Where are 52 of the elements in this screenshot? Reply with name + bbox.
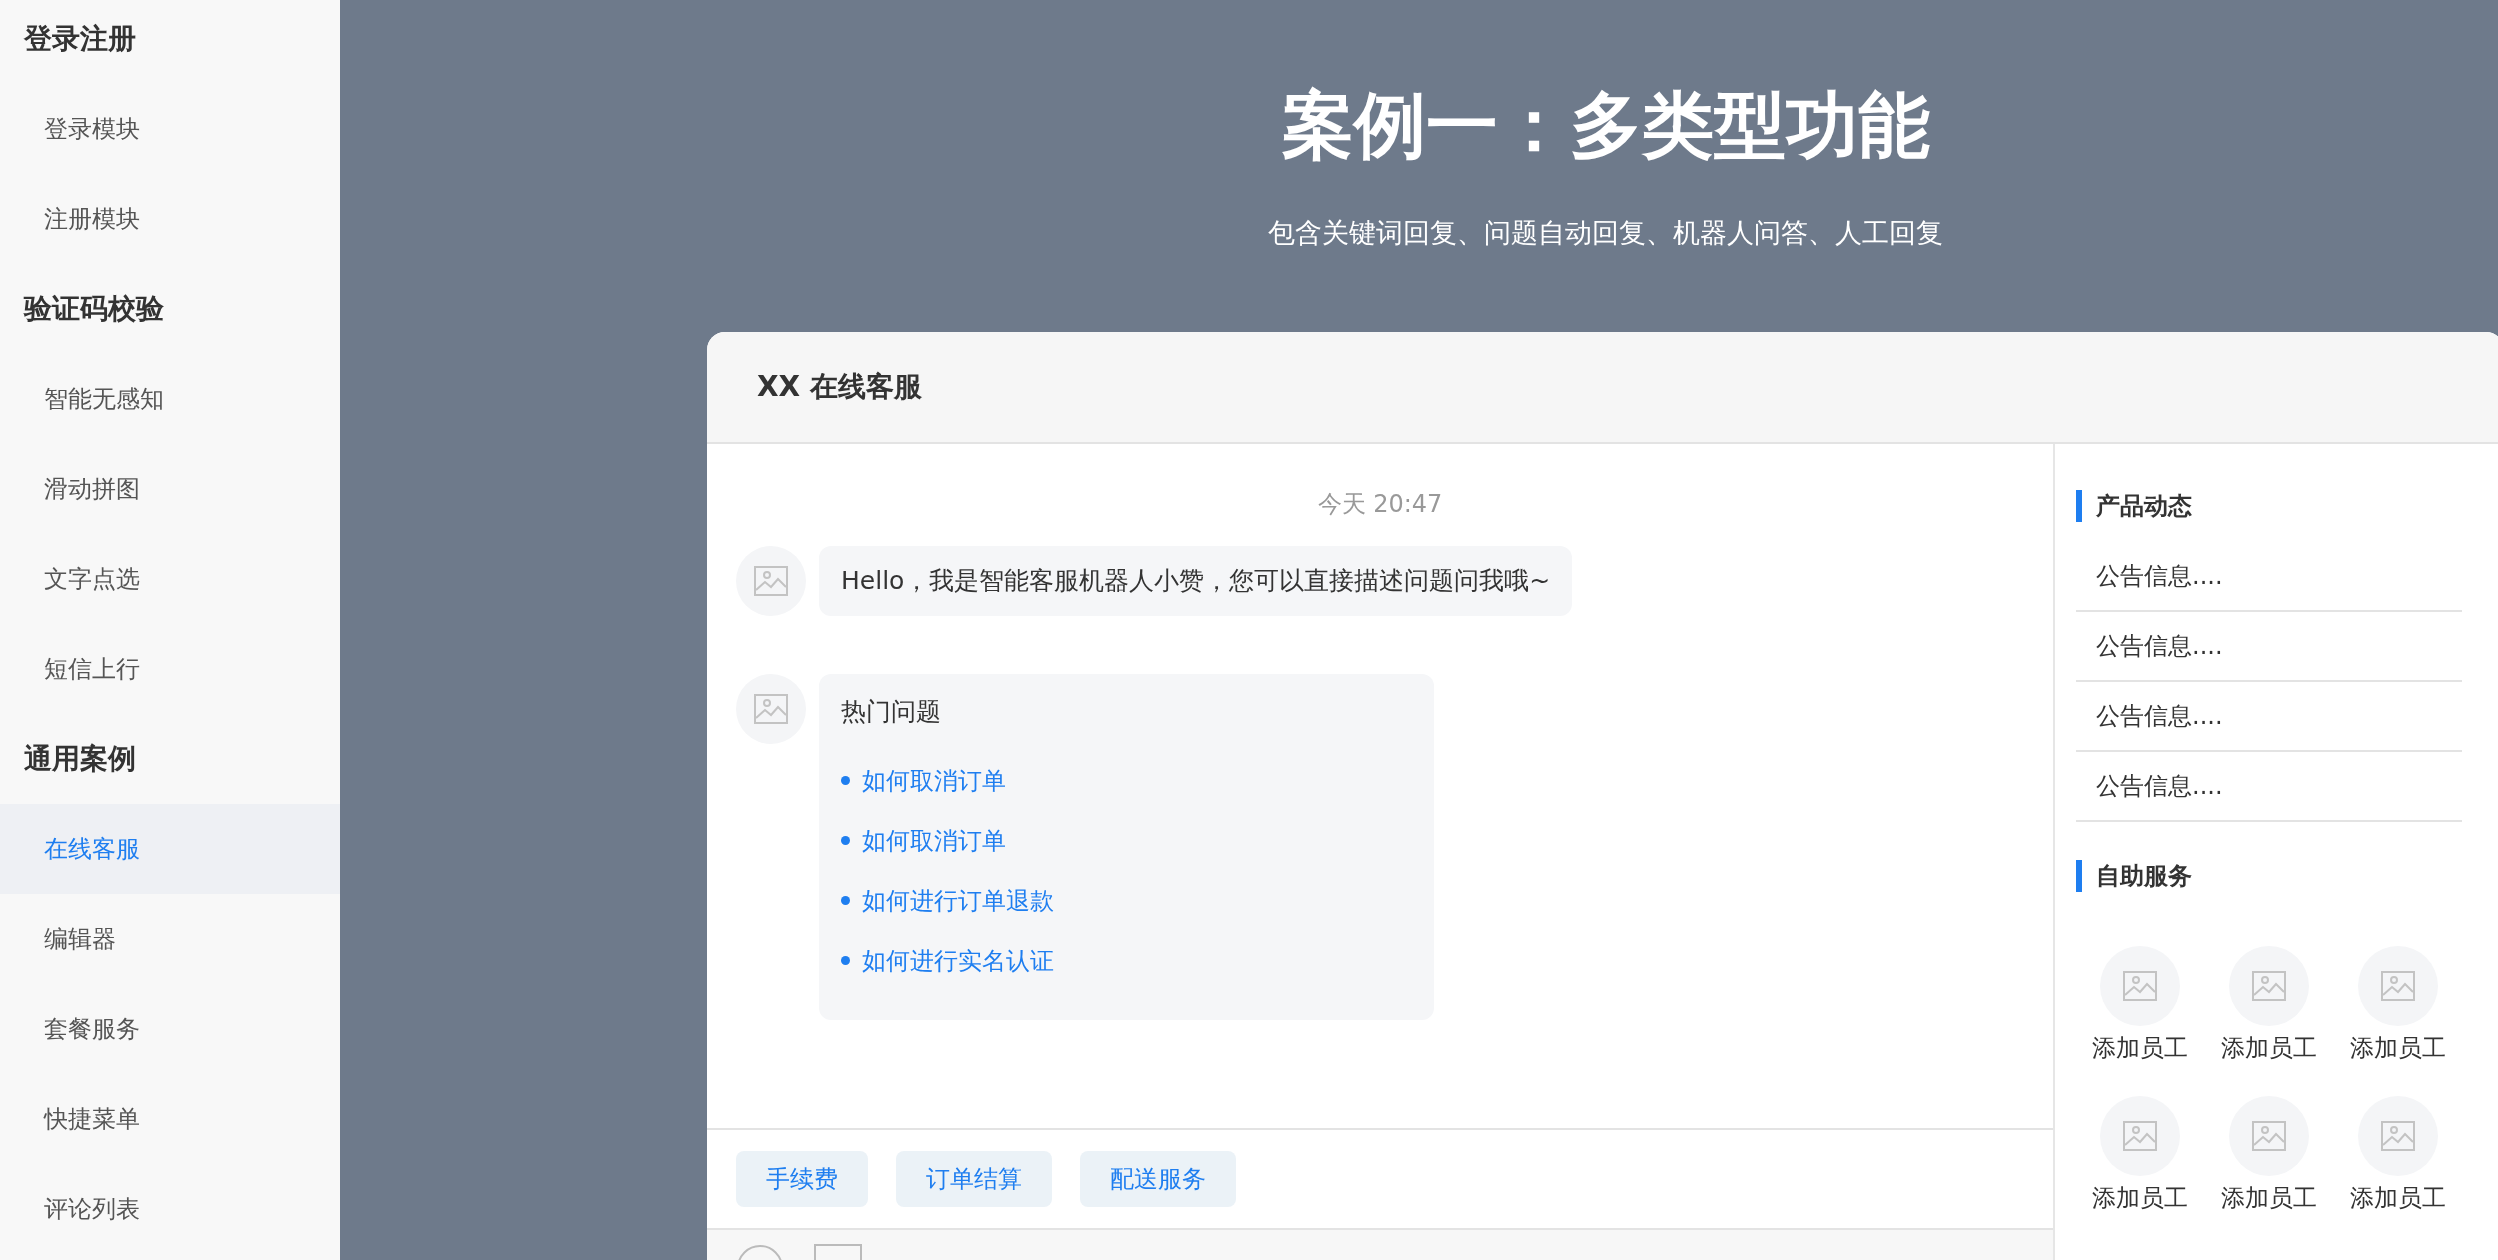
bullet-icon [841,836,850,846]
quick-reply-button[interactable]: 配送服务 [1080,1151,1236,1208]
service-label[interactable]: 添加员工 [2092,1181,2189,1216]
page-subtitle: 包含关键词回复、问题自动回复、机器人问答、人工回复 [1267,216,1944,251]
sidebar-item[interactable]: 登录模块 [0,84,340,174]
image-placeholder-icon [754,565,788,596]
sidebar-item[interactable]: 评论列表 [0,1164,340,1254]
image-placeholder-icon [2123,971,2158,1002]
message-title: 热门问题 [841,695,942,728]
sidebar-group-title: 验证码校验 [22,291,165,327]
question-link[interactable]: 如何进行实名认证 [862,942,1054,979]
sidebar-item[interactable]: 文字点选 [0,534,340,624]
accent-bar [2076,490,2082,523]
question-link[interactable]: 如何进行订单退款 [862,882,1054,919]
announcement-item[interactable]: 公告信息.... [2076,752,2462,823]
announcement-item[interactable]: 公告信息.... [2076,612,2462,683]
page-title: 案例一：多类型功能 [1280,82,1931,169]
sidebar-item[interactable]: 套餐服务 [0,984,340,1074]
sidebar-item[interactable]: 滑动拼图 [0,444,340,534]
quick-reply-button[interactable]: 订单结算 [896,1151,1052,1208]
question-link[interactable]: 如何取消订单 [862,762,1006,799]
sidebar-item[interactable]: 快捷菜单 [0,1074,340,1164]
quick-reply-button[interactable]: 手续费 [736,1151,868,1208]
service-label[interactable]: 添加员工 [2349,1032,2446,1066]
section-title: 自助服务 [2096,861,2192,893]
sidebar-group-title: 登录注册 [22,21,137,57]
announcement-item[interactable]: 公告信息.... [2076,542,2462,613]
sidebar-item[interactable]: 智能无感知 [0,354,340,444]
bullet-icon [841,956,850,966]
bullet-icon [841,776,850,786]
sidebar-item[interactable]: 编辑器 [0,894,340,984]
image-placeholder-icon [2380,971,2415,1002]
image-placeholder-icon [2380,1120,2415,1151]
service-label[interactable]: 添加员工 [2092,1032,2189,1066]
sidebar-item[interactable]: 注册模块 [0,174,340,264]
service-label[interactable]: 添加员工 [2221,1032,2317,1066]
question-link[interactable]: 如何取消订单 [862,822,1006,859]
image-placeholder-icon [2252,1120,2286,1151]
service-label[interactable]: 添加员工 [2221,1181,2317,1216]
image-placeholder-icon [2252,971,2286,1002]
section-title: 产品动态 [2096,491,2192,523]
image-placeholder-icon [754,693,788,724]
sidebar-item[interactable]: 短信上行 [0,624,340,714]
accent-bar [2076,860,2082,893]
image-placeholder-icon [2123,1120,2158,1151]
sidebar-group-title: 通用案例 [23,741,137,777]
bullet-icon [841,896,850,906]
announcement-item[interactable]: 公告信息.... [2076,682,2462,753]
message-timestamp: 今天 20:47 [1316,489,1444,521]
service-label[interactable]: 添加员工 [2349,1181,2446,1216]
message-bubble: Hello，我是智能客服机器人小赞，您可以直接描述问题问我哦~ [819,545,1573,616]
window-title: XX 在线客服 [757,369,922,406]
